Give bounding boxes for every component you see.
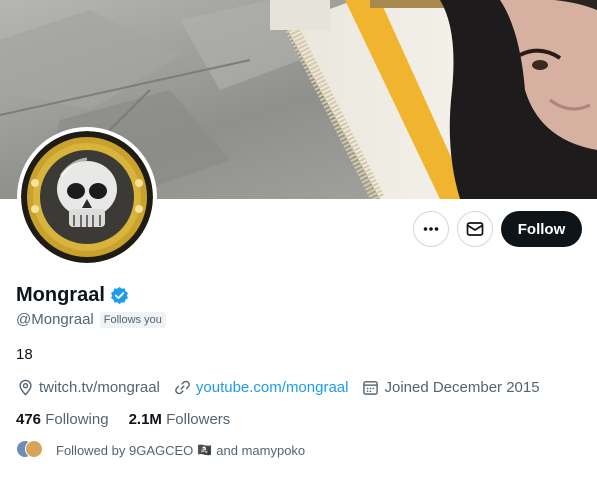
followed-by-connector: and [216,442,238,458]
message-button[interactable] [457,211,493,247]
website-item: youtube.com/mongraal [174,379,349,396]
location-text: twitch.tv/mongraal [39,379,160,396]
verified-badge-icon[interactable] [110,286,129,305]
link-icon [175,380,190,395]
calendar-icon [363,381,379,395]
pirate-flag-icon: 🏴‍☠️ [197,443,213,457]
skull-coin-avatar [21,131,153,263]
more-horizontal-icon [423,227,439,231]
follower-avatar [25,440,43,458]
following-stat[interactable]: 476 Following [16,411,109,428]
follows-you-badge: Follows you [99,311,166,328]
display-name: Mongraal [16,284,105,306]
joined-item: Joined December 2015 [362,379,540,396]
followed-by-first: 9GAGCEO [129,442,194,458]
location-item: twitch.tv/mongraal [17,379,160,396]
location-pin-icon [19,379,32,396]
follow-button[interactable]: Follow [501,211,582,247]
following-label: Following [45,411,109,428]
followed-by-second: mamypoko [241,442,306,458]
follow-stats: 476 Following 2.1M Followers [16,411,230,428]
envelope-icon [466,222,484,236]
joined-date: Joined December 2015 [384,379,540,396]
website-link[interactable]: youtube.com/mongraal [196,379,349,396]
followers-count: 2.1M [128,411,162,428]
more-options-button[interactable] [413,211,449,247]
followed-by-prefix: Followed by [56,442,126,458]
profile-bio: 18 [16,346,33,363]
followers-stat[interactable]: 2.1M Followers [129,411,231,428]
profile-meta: twitch.tv/mongraal youtube.com/mongraal … [17,379,554,396]
profile-avatar[interactable] [17,127,157,267]
handle-row: @Mongraal Follows you [16,311,166,328]
followed-by-avatars [16,440,44,460]
following-count: 476 [16,411,42,428]
username-handle: @Mongraal [16,311,94,328]
profile-name-row: Mongraal [16,284,129,307]
followed-by-row[interactable]: Followed by 9GAGCEO 🏴‍☠️ and mamypoko [16,440,305,460]
followers-label: Followers [166,411,231,428]
